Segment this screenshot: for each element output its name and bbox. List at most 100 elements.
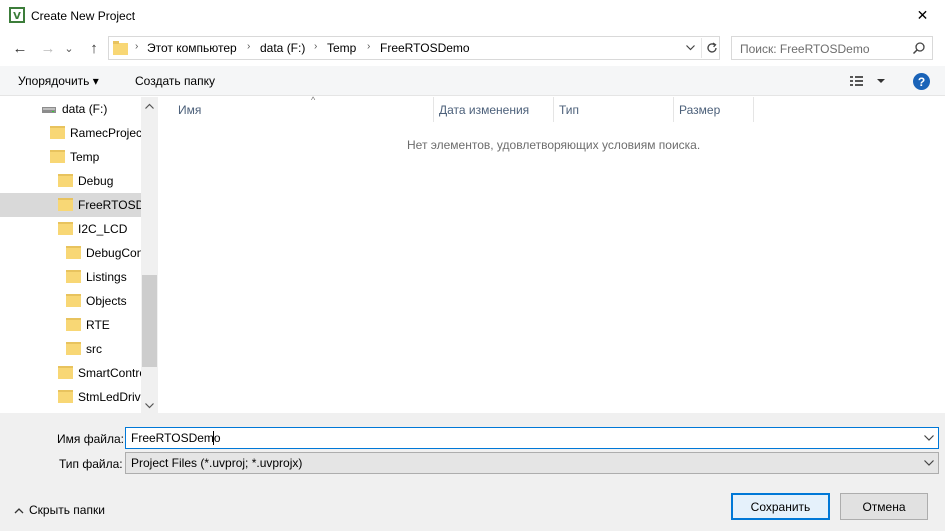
tree-item-objects[interactable]: Objects (0, 289, 141, 313)
column-header-label: Тип (559, 103, 580, 117)
navigation-scrollbar[interactable] (141, 97, 157, 413)
tree-item-i2c-lcd[interactable]: I2C_LCD (0, 217, 141, 241)
tree-item-label: RamecProject (70, 126, 141, 140)
tree-item-label: Temp (70, 150, 100, 164)
column-header-name[interactable]: Имя ^ (173, 95, 434, 122)
tree-item-label: I2C_LCD (78, 222, 128, 236)
breadcrumb-freertosdemo[interactable]: FreeRTOSDemo (380, 41, 470, 55)
up-button[interactable]: ↑ (84, 38, 104, 58)
folder-icon (66, 318, 81, 331)
close-button[interactable]: ✕ (900, 0, 945, 30)
chevron-down-icon (924, 435, 934, 441)
scroll-down-button[interactable] (141, 399, 157, 413)
folder-icon (66, 294, 81, 307)
text-caret (213, 431, 214, 445)
details-view-icon (850, 76, 885, 86)
breadcrumb-temp[interactable]: Temp (327, 41, 356, 55)
tree-item-src[interactable]: src (0, 337, 141, 361)
title-bar: V Create New Project ✕ (0, 0, 945, 32)
filename-value: FreeRTOSDemo (131, 431, 221, 445)
tree-item-temp[interactable]: Temp (0, 145, 141, 169)
back-arrow-icon: ← (12, 39, 28, 57)
hide-folders-label: Скрыть папки (29, 503, 105, 517)
folder-icon (50, 150, 65, 163)
hide-folders-button[interactable]: Скрыть папки (14, 503, 105, 517)
tree-item-label: Listings (86, 270, 127, 284)
column-header-label: Дата изменения (439, 103, 530, 117)
back-button[interactable]: ← (10, 38, 30, 58)
folder-icon (66, 270, 81, 283)
filename-input[interactable]: FreeRTOSDemo (125, 427, 939, 449)
cancel-button[interactable]: Отмена (840, 493, 928, 520)
tree-item-label: DebugConfig (86, 246, 141, 260)
tree-item-label: StmLedDriver (78, 390, 141, 404)
empty-list-message: Нет элементов, удовлетворяющих условиям … (407, 138, 701, 152)
folder-icon (113, 41, 128, 55)
organize-button[interactable]: Упорядочить ▾ (18, 74, 99, 88)
tree-item-listings[interactable]: Listings (0, 265, 141, 289)
help-button[interactable]: ? (913, 73, 930, 90)
breadcrumb-this-pc[interactable]: Этот компьютер (147, 41, 237, 55)
address-bar[interactable]: › Этот компьютер › data (F:) › Temp › Fr… (108, 36, 720, 60)
navigation-pane: data (F:) RamecProject Temp Debug FreeRT… (0, 97, 158, 413)
chevron-down-icon (685, 45, 695, 51)
column-header-size[interactable]: Размер (674, 97, 754, 122)
breadcrumb-separator: › (367, 41, 371, 52)
breadcrumb-data-drive[interactable]: data (F:) (260, 41, 305, 55)
file-list[interactable]: Имя ^ Дата изменения Тип Размер Нет элем… (159, 95, 945, 413)
folder-icon (50, 126, 65, 139)
refresh-button[interactable] (701, 38, 721, 58)
scroll-up-button[interactable] (141, 99, 157, 113)
tree-item-label: data (F:) (62, 102, 108, 116)
scrollbar-thumb[interactable] (142, 275, 157, 367)
tree-item-label: SmartController (78, 366, 141, 380)
save-button[interactable]: Сохранить (731, 493, 830, 520)
filetype-value: Project Files (*.uvproj; *.uvprojx) (131, 456, 303, 470)
window-title: Create New Project (31, 9, 136, 23)
filetype-label: Тип файла: (59, 457, 123, 471)
command-toolbar: Упорядочить ▾ Создать папку ? (0, 66, 945, 96)
filetype-select[interactable]: Project Files (*.uvproj; *.uvprojx) (125, 452, 939, 474)
keil-app-icon: V (9, 7, 25, 23)
chevron-down-icon (924, 460, 934, 466)
column-header-type[interactable]: Тип (554, 97, 674, 122)
breadcrumb-separator: › (314, 41, 318, 52)
tree-item-ramecproject[interactable]: RamecProject (0, 121, 141, 145)
svg-text:V: V (13, 11, 21, 22)
recent-locations-button[interactable]: ⌄ (62, 38, 76, 58)
close-icon: ✕ (916, 6, 929, 23)
chevron-down-icon: ⌄ (64, 42, 74, 55)
change-view-button[interactable] (849, 73, 889, 89)
folder-icon (58, 366, 73, 379)
column-header-date-modified[interactable]: Дата изменения (434, 97, 554, 122)
tree-item-label: src (86, 342, 102, 356)
folder-icon (66, 342, 81, 355)
tree-item-freertosdemo[interactable]: FreeRTOSDemo (0, 193, 141, 217)
tree-item-data-drive[interactable]: data (F:) (0, 97, 141, 121)
forward-button[interactable]: → (38, 38, 58, 58)
column-header-label: Имя (178, 103, 202, 117)
folder-icon (58, 174, 73, 187)
chevron-up-icon (145, 103, 154, 109)
tree-item-debug[interactable]: Debug (0, 169, 141, 193)
breadcrumb-separator: › (135, 41, 139, 52)
sort-ascending-icon: ^ (311, 95, 316, 105)
filename-label: Имя файла: (57, 432, 124, 446)
tree-item-label: Debug (78, 174, 114, 188)
search-icon (912, 42, 925, 55)
search-input[interactable]: Поиск: FreeRTOSDemo (731, 36, 933, 60)
tree-item-debugconfig[interactable]: DebugConfig (0, 241, 141, 265)
tree-item-label: FreeRTOSDemo (78, 198, 141, 212)
column-header-label: Размер (679, 103, 721, 117)
up-arrow-icon: ↑ (90, 39, 98, 57)
folder-icon (58, 198, 73, 211)
folder-icon (58, 222, 73, 235)
tree-item-stmleddriver[interactable]: StmLedDriver (0, 385, 141, 409)
address-dropdown-button[interactable] (681, 39, 699, 57)
help-icon: ? (917, 74, 926, 89)
filetype-dropdown-button[interactable] (922, 456, 936, 470)
tree-item-smartcontroller[interactable]: SmartController (0, 361, 141, 385)
tree-item-rte[interactable]: RTE (0, 313, 141, 337)
new-folder-button[interactable]: Создать папку (135, 74, 215, 88)
filename-dropdown-button[interactable] (922, 431, 936, 445)
